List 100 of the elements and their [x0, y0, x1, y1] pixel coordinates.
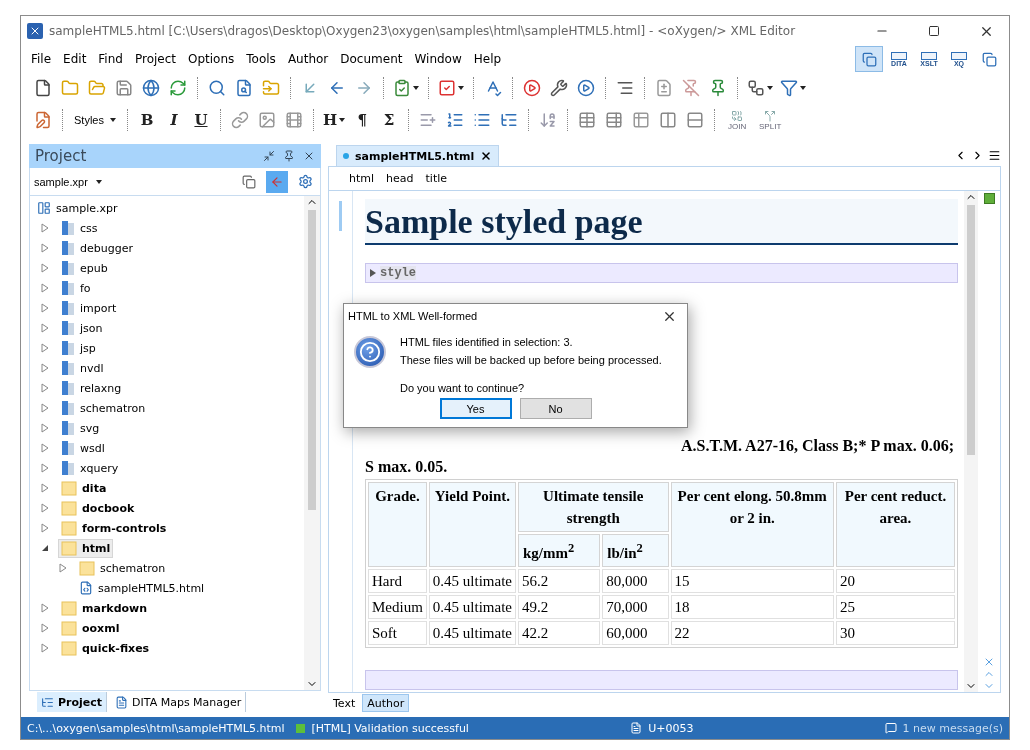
menu-item[interactable]: Tools	[240, 52, 282, 66]
tree-item[interactable]: schematron	[76, 558, 169, 578]
table-icon	[578, 111, 597, 129]
collapse-arrow-icon	[40, 543, 50, 553]
tree-item[interactable]: json	[58, 318, 106, 338]
maximize-icon	[928, 25, 940, 37]
book-folder-icon	[61, 440, 75, 456]
dialog-button[interactable]: No	[519, 398, 592, 419]
tree-item[interactable]: nvdl	[58, 358, 107, 378]
table-cell-button[interactable]: SPLIT	[755, 107, 786, 133]
breadcrumb-item[interactable]: html	[349, 172, 375, 185]
book-folder-icon	[61, 340, 75, 356]
tree-item[interactable]: relaxng	[58, 378, 125, 398]
tree-item[interactable]: xquery	[58, 458, 122, 478]
pin-icon[interactable]	[283, 150, 295, 162]
panel-tab[interactable]: Project	[37, 692, 108, 712]
caret-icon	[109, 118, 116, 122]
tree-item[interactable]: form-controls	[58, 518, 170, 538]
restore-icon[interactable]	[263, 150, 275, 162]
film-icon	[284, 111, 303, 129]
tree-item[interactable]: ooxml	[58, 618, 123, 638]
breadcrumb-item[interactable]: title	[425, 172, 448, 185]
tree-item[interactable]: quick-fixes	[58, 638, 153, 658]
menu-item[interactable]: Edit	[57, 52, 93, 66]
close-icon[interactable]	[983, 656, 995, 668]
dialog-message: HTML files identified in selection: 3.	[400, 336, 574, 348]
scrollbar[interactable]	[304, 196, 320, 690]
page-heading: Sample styled page	[365, 199, 958, 245]
collapsed-element[interactable]: style	[365, 263, 958, 283]
panel-title: Project	[35, 147, 88, 165]
menu-item[interactable]: Find	[92, 52, 129, 66]
tree-item[interactable]: debugger	[58, 238, 136, 258]
mode-tab[interactable]: Author	[362, 694, 410, 712]
play-debug-icon	[577, 79, 595, 97]
heading-button[interactable]: H	[320, 107, 348, 133]
messages-link[interactable]: 1 new message(s)	[902, 721, 1003, 735]
tree-item[interactable]: wsdl	[58, 438, 108, 458]
tree-item[interactable]: svg	[58, 418, 103, 438]
format-button[interactable]: ¶	[350, 107, 375, 133]
format-button[interactable]: Σ	[377, 107, 402, 133]
scrollbar[interactable]	[964, 191, 978, 692]
folder-icon	[61, 500, 77, 516]
expand-arrow-icon	[370, 269, 376, 277]
table-cell: 56.2	[518, 569, 601, 593]
menu-item[interactable]: Project	[128, 52, 182, 66]
menu-item[interactable]: File	[25, 52, 58, 66]
tree-icon	[41, 695, 54, 709]
menu-item[interactable]: Author	[281, 52, 335, 66]
tree-item[interactable]: markdown	[58, 598, 151, 618]
menu-item[interactable]: Window	[408, 52, 468, 66]
format-button[interactable]: U	[188, 107, 213, 133]
tree-item[interactable]: docbook	[58, 498, 138, 518]
tree-item[interactable]: sample.xpr	[34, 198, 121, 218]
pin-icon	[682, 79, 700, 97]
caret-icon	[767, 86, 773, 90]
table-cell: 15	[670, 569, 834, 593]
numbered-list-icon	[446, 111, 465, 129]
tree-item[interactable]: schematron	[58, 398, 149, 418]
menu-item[interactable]: Help	[467, 52, 508, 66]
menu-item[interactable]: Options	[182, 52, 241, 66]
table-row-icon	[605, 111, 624, 129]
tree-item[interactable]: dita	[58, 478, 110, 498]
styles-dropdown[interactable]: Styles	[70, 108, 120, 132]
tree-item[interactable]: css	[58, 218, 101, 238]
book-folder-icon	[61, 240, 75, 256]
paragraph-text: S max. 0.05.	[365, 457, 448, 477]
table-cell: 0.45 ultimate	[428, 569, 516, 593]
message-icon[interactable]	[884, 722, 897, 734]
tree-item[interactable]: import	[58, 298, 120, 318]
link-editor-button[interactable]	[266, 170, 288, 193]
change-marker	[339, 201, 342, 231]
html-file-icon	[79, 581, 93, 595]
tree-item[interactable]: epub	[58, 258, 111, 278]
dialog-title: HTML to XML Well-formed	[348, 310, 479, 322]
window-title: sampleHTML5.html [C:\Users\dragos\Desktop\Oxygen23\oxygen\samples\html\sampleHTML5.html] - <oXygen/> XML Editor	[49, 24, 797, 38]
menu-item[interactable]: Document	[334, 52, 409, 66]
breadcrumb-item[interactable]: head	[386, 172, 414, 185]
table-cell-button[interactable]: JOIN	[722, 107, 753, 133]
folder-icon	[61, 79, 79, 97]
tree-item[interactable]: jsp	[58, 338, 99, 358]
mode-tab[interactable]: Text	[328, 694, 361, 712]
folder-icon	[61, 540, 77, 556]
editor-tab[interactable]: sampleHTML5.html	[336, 145, 500, 166]
close-icon[interactable]	[303, 150, 315, 162]
table-cell: 0.45 ultimate	[428, 595, 516, 619]
tree-item[interactable]: sampleHTML5.html	[76, 578, 208, 598]
tree-item[interactable]: html	[58, 538, 114, 558]
format-button[interactable]: B	[134, 107, 159, 133]
column-header: Ultimate tensile strength	[518, 482, 669, 532]
table-cell: 0.45 ultimate	[428, 621, 516, 645]
dialog-button[interactable]: Yes	[439, 398, 512, 419]
save-icon	[115, 79, 133, 97]
document-icon	[655, 79, 673, 97]
modified-dot-icon	[343, 153, 349, 159]
tab-list-icon[interactable]	[988, 148, 1001, 162]
collapse-all-icon	[242, 174, 256, 189]
format-button[interactable]: I	[161, 107, 186, 133]
tree-item[interactable]: fo	[58, 278, 94, 298]
panel-tab[interactable]: DITA Maps Manager	[111, 692, 247, 712]
perspective-button[interactable]	[855, 46, 883, 72]
